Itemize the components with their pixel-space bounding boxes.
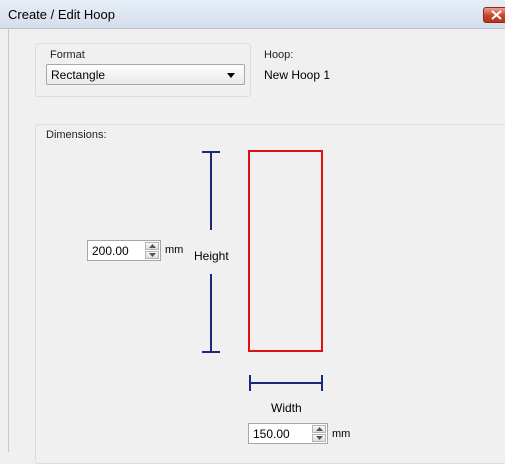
height-unit: mm xyxy=(165,244,184,256)
width-value: 150.00 xyxy=(253,427,290,441)
arrow-up-icon xyxy=(316,427,323,431)
width-spinner xyxy=(312,425,326,442)
width-label: Width xyxy=(271,401,302,415)
arrow-up-icon xyxy=(149,244,156,248)
height-increment-button[interactable] xyxy=(145,242,159,250)
width-increment-button[interactable] xyxy=(312,425,326,433)
chevron-down-icon xyxy=(227,73,235,78)
window-title: Create / Edit Hoop xyxy=(8,7,115,22)
height-spinner xyxy=(145,242,159,259)
format-selected-value: Rectangle xyxy=(51,68,106,82)
hoop-name: New Hoop 1 xyxy=(264,68,331,82)
title-bar: Create / Edit Hoop xyxy=(0,0,505,29)
close-icon xyxy=(491,10,502,20)
height-label: Height xyxy=(194,249,229,263)
height-decrement-button[interactable] xyxy=(145,251,159,259)
width-decrement-button[interactable] xyxy=(312,434,326,442)
width-input[interactable]: 150.00 xyxy=(248,423,328,444)
hoop-shape-preview xyxy=(248,150,323,352)
hoop-label: Hoop: xyxy=(264,49,294,61)
width-dimension-line xyxy=(249,375,323,391)
format-dropdown[interactable]: Rectangle xyxy=(46,64,245,85)
arrow-down-icon xyxy=(149,253,156,257)
close-button[interactable] xyxy=(483,7,505,23)
dimensions-label: Dimensions: xyxy=(46,129,107,141)
width-unit: mm xyxy=(332,428,351,440)
arrow-down-icon xyxy=(316,436,323,440)
height-value: 200.00 xyxy=(92,244,129,258)
format-label: Format xyxy=(50,49,85,61)
height-input[interactable]: 200.00 xyxy=(87,240,161,261)
